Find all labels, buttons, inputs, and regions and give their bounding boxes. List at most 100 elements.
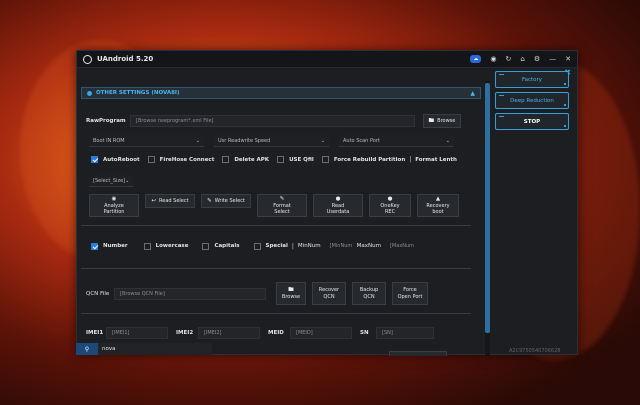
- eraser-icon: ✎: [279, 195, 285, 202]
- special-label: Special: [265, 243, 288, 249]
- firehose-label: FireHose Connect: [159, 156, 215, 163]
- analyze-partition-button[interactable]: ◉ Analyze Partition: [89, 194, 139, 217]
- port-select[interactable]: Auto Scan Port ⌄: [339, 135, 454, 147]
- cloud-badge-icon[interactable]: ☁: [470, 55, 482, 63]
- force-rebuild-checkbox[interactable]: [321, 156, 329, 163]
- qcn-file-input[interactable]: [Browse QCN File]: [114, 287, 266, 300]
- recover-qcn-button[interactable]: Recover QCN: [312, 282, 346, 305]
- rawprogram-input[interactable]: [Browse rawprogram*.xml File]: [130, 115, 415, 127]
- recovery-boot-button[interactable]: ▲ Recovery boot: [417, 194, 459, 217]
- search-input[interactable]: nova: [98, 343, 212, 355]
- home-icon[interactable]: ⌂: [520, 55, 524, 63]
- imei2-input[interactable]: [IMEI2]: [198, 327, 260, 339]
- section-title: OTHER SETTINGS (NOVA8I): [96, 90, 180, 96]
- divider: [81, 225, 471, 226]
- factory-button[interactable]: Factory: [495, 71, 569, 88]
- minnum-input[interactable]: [MinNum: [325, 240, 353, 252]
- window-title: UAndroid 5.20: [97, 55, 154, 63]
- read-userdata-button[interactable]: ● Read Userdata: [313, 194, 363, 217]
- divider: [81, 268, 471, 269]
- use-qfil-checkbox[interactable]: [277, 156, 285, 163]
- special-checkbox[interactable]: [253, 242, 261, 250]
- autoreboot-label: AutoReboot: [103, 156, 140, 163]
- size-value: [Select_Size]: [93, 177, 126, 184]
- qcn-browse-button[interactable]: 🖿 Browse: [276, 282, 306, 305]
- write-select-button[interactable]: ✎ Write Select: [201, 194, 251, 208]
- chevron-down-icon: ⌄: [125, 177, 130, 184]
- size-select[interactable]: [Select_Size] ⌄: [89, 175, 133, 187]
- section-header[interactable]: OTHER SETTINGS (NOVA8I) ▲: [81, 87, 481, 99]
- title-bar: UAndroid 5.20 ☁ ◉ ↻ ⌂ ⚙ — ✕: [77, 51, 577, 68]
- force-open-port-button[interactable]: Force Open Port: [392, 282, 428, 305]
- number-checkbox[interactable]: [91, 242, 98, 250]
- lowercase-label: Lowercase: [155, 243, 189, 249]
- app-window: UAndroid 5.20 ☁ ◉ ↻ ⌂ ⚙ — ✕ ✖ OTHER SETT…: [76, 50, 578, 356]
- meid-label: MEID: [268, 330, 284, 336]
- stop-label: STOP: [523, 118, 541, 125]
- backup-qcn-button[interactable]: Backup QCN: [352, 282, 386, 305]
- lowercase-checkbox[interactable]: [143, 242, 151, 250]
- button-corner-mark: [499, 74, 504, 75]
- search-icon[interactable]: ⚲: [76, 343, 98, 355]
- device-serial: A2C9750540706628: [509, 348, 561, 354]
- chevron-down-icon: ⌄: [195, 137, 200, 144]
- onekey-rec-button[interactable]: ● OneKey REC: [369, 194, 411, 217]
- partial-button[interactable]: [389, 351, 447, 356]
- capitals-checkbox[interactable]: [202, 242, 210, 250]
- speed-value: Usr Readwrite Speed: [218, 137, 271, 144]
- rawprogram-label: RawProgram: [86, 118, 126, 124]
- autoreboot-checkbox[interactable]: [91, 156, 98, 163]
- write-select-label: Write Select: [214, 197, 245, 204]
- recovery-label-2: boot: [432, 208, 444, 215]
- deep-reduction-label: Deep Reduction: [510, 97, 554, 104]
- gear-icon[interactable]: ⚙: [534, 55, 540, 63]
- scrollbar-thumb[interactable]: [485, 83, 490, 333]
- chevron-down-icon: ⌄: [320, 137, 325, 144]
- imei1-input[interactable]: [IMEI1]: [106, 327, 168, 339]
- search-bar[interactable]: ⚲ nova: [76, 343, 212, 355]
- stop-button[interactable]: STOP: [495, 113, 569, 130]
- button-corner-mark: [564, 83, 566, 85]
- read-userdata-label-2: Userdata: [326, 208, 350, 215]
- section-dot-icon: [87, 90, 92, 96]
- rawprogram-browse-button[interactable]: 🖿 Browse: [423, 114, 461, 128]
- collapse-chevron-icon[interactable]: ▲: [470, 90, 475, 97]
- sync-icon[interactable]: ↻: [506, 55, 512, 63]
- capitals-label: Capitals: [214, 243, 240, 249]
- format-select-button[interactable]: ✎ Format Select: [257, 194, 307, 217]
- app-logo-icon: [83, 54, 92, 64]
- globe-icon[interactable]: ◉: [490, 55, 496, 63]
- number-label: Number: [103, 243, 128, 249]
- onekey-label-2: REC: [384, 208, 396, 215]
- divider: [81, 313, 471, 314]
- sn-label: SN: [360, 330, 369, 336]
- button-corner-mark: [564, 104, 566, 106]
- rec-icon: ●: [387, 195, 393, 202]
- force-label-2: Open Port: [397, 293, 423, 300]
- boot-mode-value: Boot IN ROM: [93, 137, 125, 144]
- button-corner-mark: [564, 125, 566, 127]
- use-qfil-label: USE Qfil: [289, 156, 314, 163]
- firehose-checkbox[interactable]: [147, 156, 155, 163]
- speed-select[interactable]: Usr Readwrite Speed ⌄: [214, 135, 329, 147]
- read-select-button[interactable]: ↩ Read Select: [145, 194, 195, 208]
- browse-label: Browse: [437, 117, 456, 124]
- minimize-icon[interactable]: —: [549, 55, 556, 63]
- format-label-2: Select: [274, 208, 290, 215]
- read-arrow-icon: ↩: [151, 197, 157, 204]
- port-value: Auto Scan Port: [343, 137, 380, 144]
- imei1-label: IMEI1: [86, 330, 104, 336]
- maxnum-input[interactable]: [MaxNum: [385, 240, 415, 252]
- close-icon[interactable]: ✕: [565, 55, 571, 63]
- delete-apk-checkbox[interactable]: [222, 156, 230, 163]
- meid-input[interactable]: [MEID]: [290, 327, 352, 339]
- deep-reduction-button[interactable]: Deep Reduction: [495, 92, 569, 109]
- factory-label: Factory: [521, 76, 543, 83]
- sn-input[interactable]: [SN]: [376, 327, 434, 339]
- boot-mode-select[interactable]: Boot IN ROM ⌄: [89, 135, 204, 147]
- divider: |: [409, 156, 412, 163]
- backup-label-2: QCN: [363, 293, 375, 300]
- divider: |: [291, 242, 294, 250]
- qcn-file-label: QCN File: [86, 290, 110, 297]
- force-rebuild-label: Force Rebuild Partition: [333, 156, 406, 163]
